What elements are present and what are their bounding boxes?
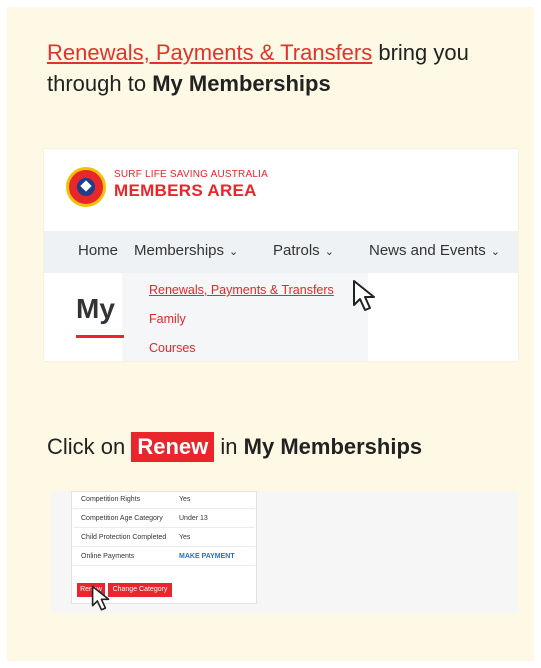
step-two-heading: Click on Renew in My Memberships bbox=[47, 431, 517, 462]
my-memberships-screenshot: Competition Rights Yes Competition Age C… bbox=[51, 491, 518, 613]
renew-chip: Renew bbox=[131, 432, 215, 462]
row-label: Child Protection Completed bbox=[81, 534, 167, 541]
dropdown-item-courses[interactable]: Courses bbox=[149, 341, 196, 355]
step-one-heading: Renewals, Payments & Transfers bring you… bbox=[47, 37, 517, 99]
instruction-card: Renewals, Payments & Transfers bring you… bbox=[7, 7, 534, 661]
nav-patrols[interactable]: Patrols ⌄ bbox=[273, 242, 334, 259]
row-label: Online Payments bbox=[81, 553, 135, 560]
cursor-arrow-icon bbox=[91, 585, 110, 611]
members-area-screenshot: SURF LIFE SAVING AUSTRALIA MEMBERS AREA … bbox=[44, 149, 518, 361]
title-underline bbox=[76, 335, 124, 338]
make-payment-link[interactable]: MAKE PAYMENT bbox=[179, 553, 235, 560]
slsa-logo-icon bbox=[66, 167, 106, 207]
row-label: Competition Rights bbox=[81, 496, 141, 503]
nav-news-events[interactable]: News and Events ⌄ bbox=[369, 242, 500, 259]
step-one-bold-text: My Memberships bbox=[152, 71, 331, 96]
chevron-down-icon: ⌄ bbox=[229, 246, 239, 258]
row-value: Yes bbox=[179, 496, 191, 503]
brand-small-text: SURF LIFE SAVING AUSTRALIA bbox=[114, 169, 268, 180]
nav-home[interactable]: Home bbox=[78, 242, 118, 259]
dropdown-item-family[interactable]: Family bbox=[149, 312, 186, 326]
renewals-link[interactable]: Renewals, Payments & Transfers bbox=[47, 40, 372, 65]
cursor-arrow-icon bbox=[353, 280, 375, 311]
chevron-down-icon: ⌄ bbox=[490, 246, 500, 258]
change-category-button[interactable]: Change Category bbox=[108, 583, 172, 597]
brand-title: MEMBERS AREA bbox=[114, 181, 257, 200]
page-title: My bbox=[76, 293, 115, 324]
row-label: Competition Age Category bbox=[81, 515, 163, 522]
nav-memberships[interactable]: Memberships ⌄ bbox=[134, 242, 238, 259]
step-two-bold-text: My Memberships bbox=[243, 434, 423, 459]
row-value: Yes bbox=[179, 534, 191, 541]
step-two-middle: in bbox=[214, 434, 244, 459]
chevron-down-icon: ⌄ bbox=[324, 246, 334, 258]
row-value: Under 13 bbox=[179, 515, 208, 522]
dropdown-item-renewals[interactable]: Renewals, Payments & Transfers bbox=[149, 283, 334, 297]
step-two-prefix: Click on bbox=[47, 434, 132, 459]
